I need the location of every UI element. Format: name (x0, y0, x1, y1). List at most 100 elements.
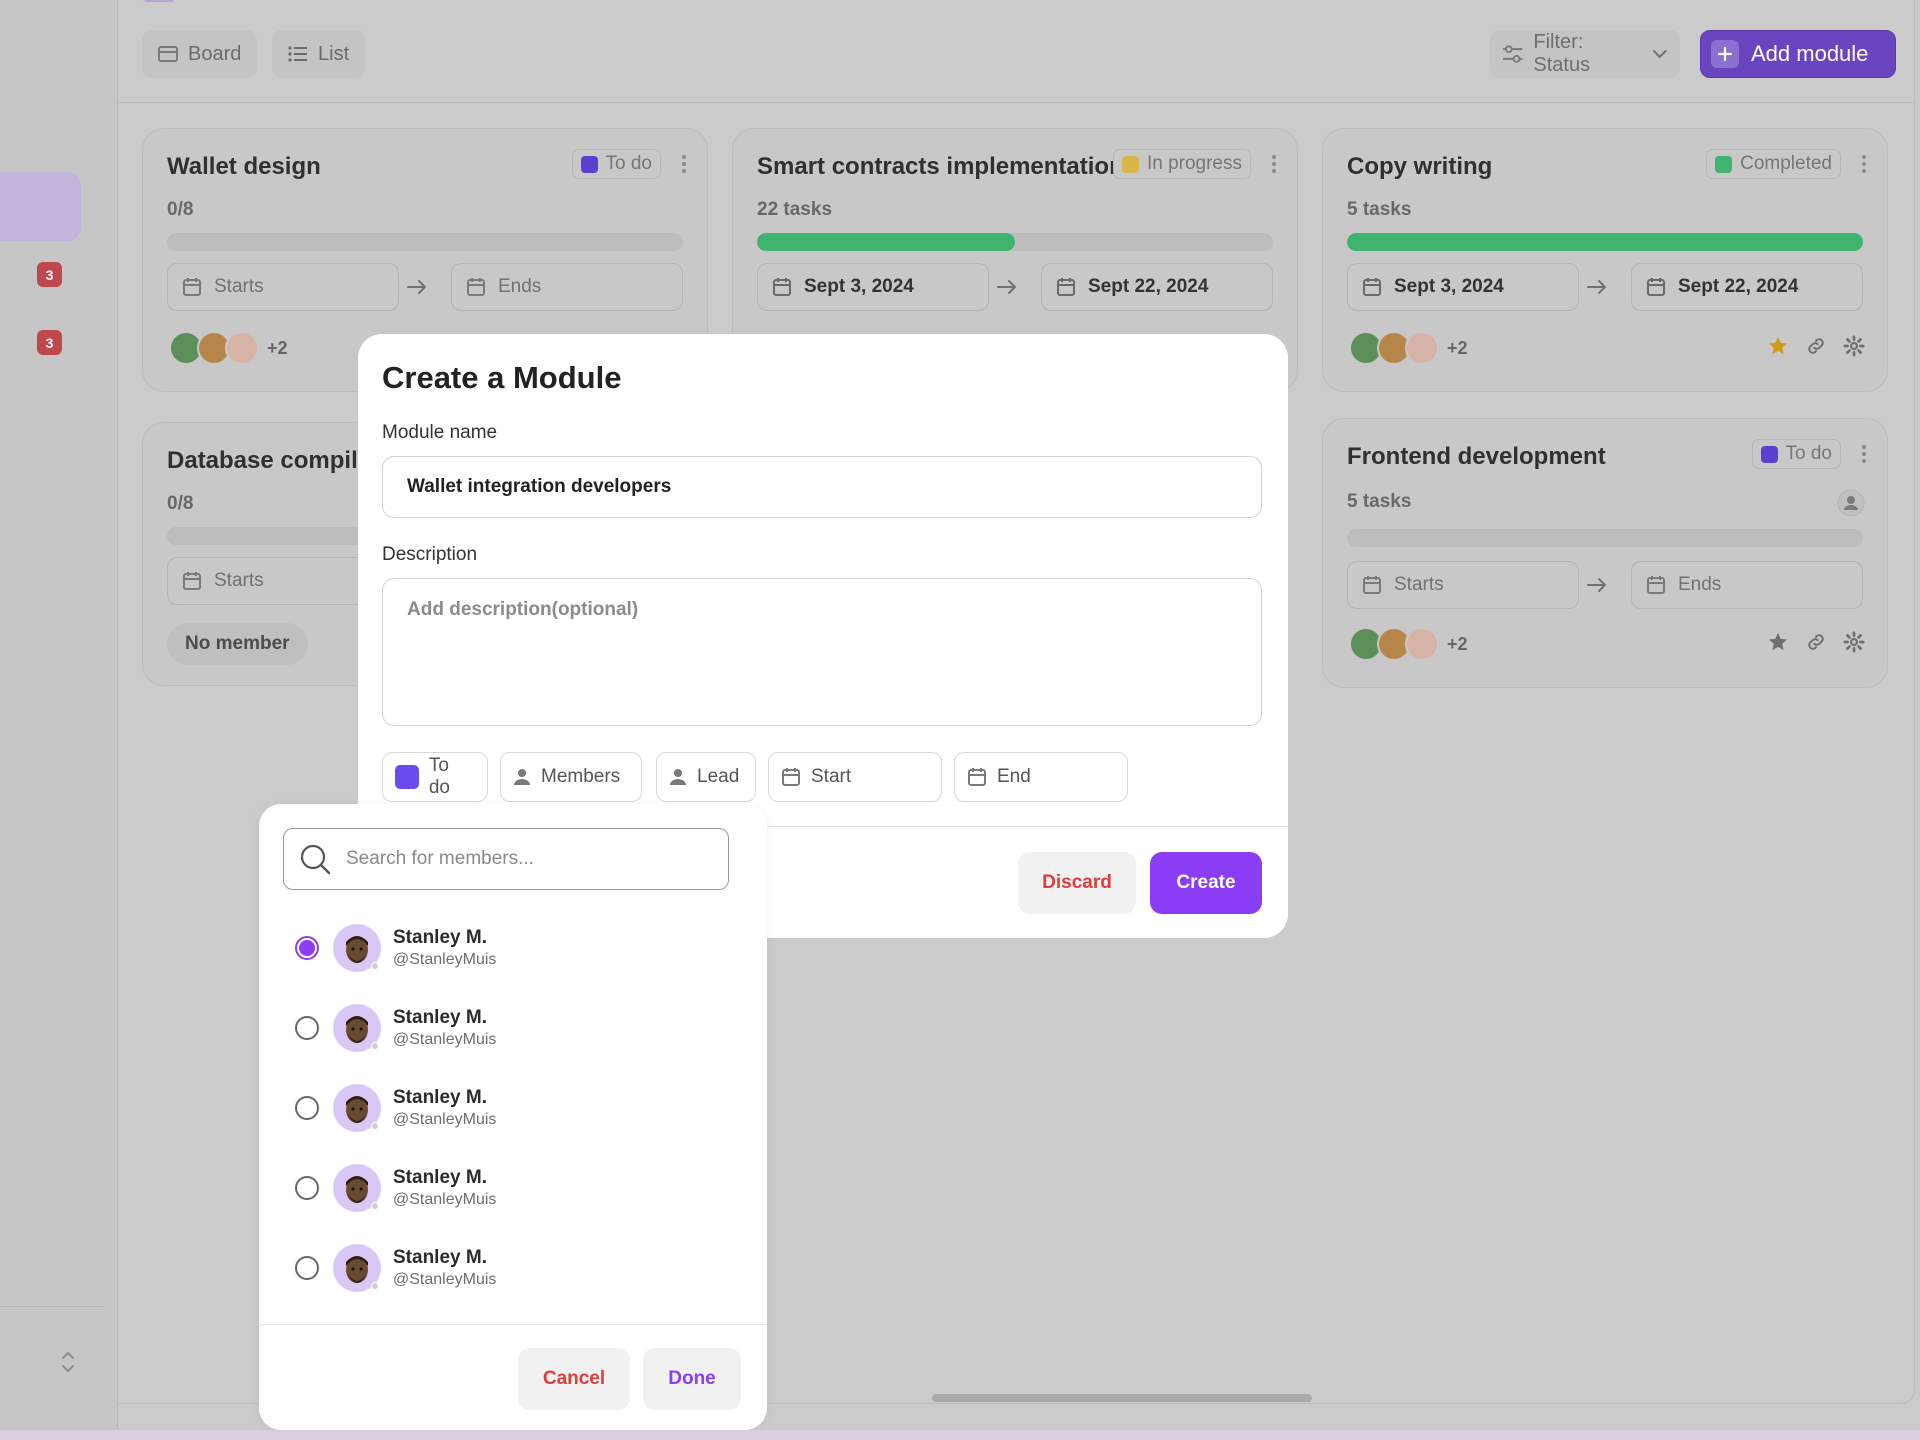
arrow-right-icon (1587, 280, 1606, 294)
member-radio[interactable] (295, 1176, 319, 1200)
more-vertical-icon[interactable] (1271, 153, 1277, 175)
member-text: Stanley M. @StanleyMuis (393, 1246, 496, 1290)
module-card[interactable]: Frontend development To do 5 tasks Start… (1322, 418, 1888, 688)
end-date-value: Sept 22, 2024 (1088, 276, 1209, 297)
done-button[interactable]: Done (643, 1348, 741, 1410)
member-name: Stanley M. (393, 1247, 487, 1268)
progress-bar (1347, 233, 1863, 251)
status-badge[interactable]: To do (1751, 439, 1841, 469)
presence-dot (371, 1202, 379, 1210)
member-name: Stanley M. (393, 1007, 487, 1028)
member-radio[interactable] (295, 1256, 319, 1280)
member-option[interactable]: Stanley M. @StanleyMuis (295, 1240, 735, 1296)
calendar-icon (1647, 576, 1665, 594)
status-label: In progress (1146, 153, 1242, 174)
more-members-count: +2 (1447, 337, 1468, 358)
more-vertical-icon[interactable] (1861, 443, 1867, 465)
toolbar-chip (142, 0, 176, 2)
create-button[interactable]: Create (1150, 852, 1262, 914)
discard-button[interactable]: Discard (1018, 852, 1136, 914)
start-date-field[interactable]: Starts (1347, 561, 1579, 609)
progress-bar (757, 233, 1273, 251)
module-card-title: Frontend development (1347, 443, 1606, 470)
filter-status-button[interactable]: Filter: Status (1490, 30, 1680, 78)
progress-bar (1347, 529, 1863, 547)
add-module-button[interactable]: Add module (1700, 30, 1896, 78)
avatar (1405, 627, 1439, 661)
status-badge[interactable]: To do (571, 149, 661, 179)
module-card-progress-text: 0/8 (167, 199, 194, 220)
member-radio[interactable] (295, 1016, 319, 1040)
status-badge[interactable]: Completed (1706, 149, 1841, 179)
status-color-swatch (580, 155, 598, 173)
end-date-field[interactable]: Ends (451, 263, 683, 311)
description-label: Description (382, 544, 478, 565)
end-date-field[interactable]: Ends (1631, 561, 1863, 609)
member-option[interactable]: Stanley M. @StanleyMuis (295, 1080, 735, 1136)
members-select[interactable]: Members (500, 752, 642, 802)
star-icon[interactable] (1767, 335, 1789, 357)
sidebar: 3 3 (0, 0, 118, 1440)
module-card-task-count: 5 tasks (1347, 491, 1412, 512)
arrow-right-icon (997, 280, 1016, 294)
member-avatars[interactable]: +2 (1349, 331, 1468, 365)
end-date-label: End (997, 766, 1031, 787)
cancel-button[interactable]: Cancel (518, 1348, 630, 1410)
member-option[interactable]: Stanley M. @StanleyMuis (295, 920, 735, 976)
member-radio[interactable] (295, 1096, 319, 1120)
avatar (225, 331, 259, 365)
plus-icon (1711, 40, 1739, 68)
start-date-value: Sept 3, 2024 (1394, 276, 1504, 297)
status-select[interactable]: To do (382, 752, 488, 802)
status-badge[interactable]: In progress (1112, 149, 1251, 179)
member-radio[interactable] (295, 936, 319, 960)
status-select-label: To do (428, 755, 450, 798)
member-search-input[interactable]: Search for members... (346, 848, 534, 870)
start-date-picker[interactable]: Start (768, 752, 942, 802)
end-date-field[interactable]: Sept 22, 2024 (1041, 263, 1273, 311)
dialog-title: Create a Module (382, 360, 622, 395)
end-date-picker[interactable]: End (954, 752, 1128, 802)
gear-icon[interactable] (1843, 335, 1865, 357)
sidebar-active-item[interactable] (0, 172, 81, 241)
member-handle: @StanleyMuis (393, 1031, 497, 1048)
link-icon[interactable] (1805, 631, 1827, 653)
start-date-field[interactable]: Sept 3, 2024 (1347, 263, 1579, 311)
end-date-field[interactable]: Sept 22, 2024 (1631, 263, 1863, 311)
member-search-field[interactable]: Search for members... (283, 828, 729, 890)
list-view-button[interactable]: List (272, 30, 366, 78)
link-icon[interactable] (1805, 335, 1827, 357)
chevron-up-down-icon[interactable] (58, 1349, 78, 1375)
user-icon[interactable] (1837, 489, 1865, 517)
avatar (333, 1244, 381, 1292)
more-vertical-icon[interactable] (681, 153, 687, 175)
member-option[interactable]: Stanley M. @StanleyMuis (295, 1000, 735, 1056)
more-members-count: +2 (267, 337, 288, 358)
start-date-field[interactable]: Sept 3, 2024 (757, 263, 989, 311)
calendar-icon (782, 768, 800, 786)
member-avatars[interactable]: +2 (169, 331, 288, 365)
module-card[interactable]: Copy writing Completed 5 tasks Sept 3, 2… (1322, 128, 1888, 392)
module-card-title: Wallet design (167, 153, 321, 180)
start-date-field[interactable]: Starts (167, 263, 399, 311)
lead-select[interactable]: Lead (656, 752, 756, 802)
presence-dot (371, 1282, 379, 1290)
horizontal-scrollbar[interactable] (932, 1394, 1312, 1402)
lead-select-label: Lead (697, 766, 740, 787)
avatar (333, 924, 381, 972)
members-popover: Search for members... Stanley M. @Stanley… (259, 804, 767, 1430)
board-view-button[interactable]: Board (142, 30, 258, 78)
gear-icon[interactable] (1843, 631, 1865, 653)
member-avatars[interactable]: +2 (1349, 627, 1468, 661)
calendar-icon (773, 278, 791, 296)
description-textarea[interactable]: Add description(optional) (382, 578, 1262, 726)
avatar (1405, 331, 1439, 365)
arrow-right-icon (1587, 578, 1606, 592)
start-date-label: Start (811, 766, 852, 787)
presence-dot (371, 962, 379, 970)
member-option[interactable]: Stanley M. @StanleyMuis (295, 1160, 735, 1216)
module-name-input[interactable]: Wallet integration developers (382, 456, 1262, 518)
more-vertical-icon[interactable] (1861, 153, 1867, 175)
board-view-label: Board (188, 42, 242, 65)
star-icon[interactable] (1767, 631, 1789, 653)
